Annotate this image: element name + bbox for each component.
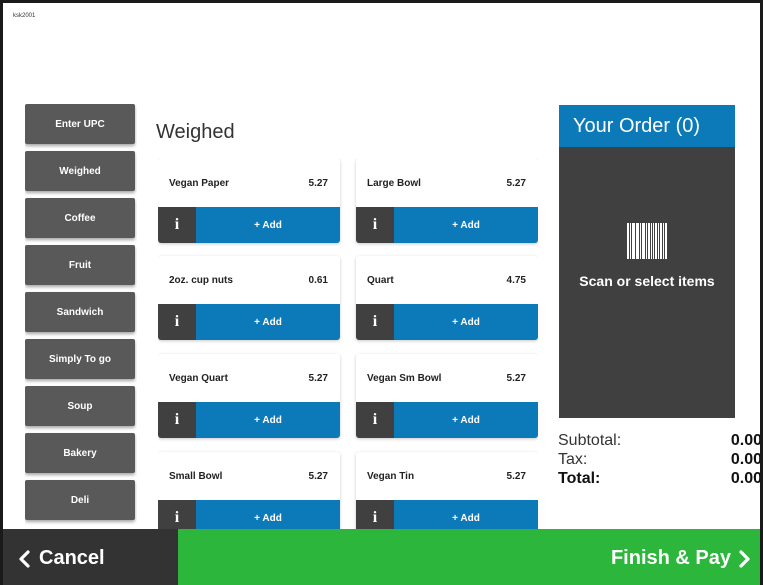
product-header: 2oz. cup nuts 0.61 (158, 256, 340, 304)
tax-value: 0.00 (730, 451, 762, 468)
tax-row: Tax: 0.00 (558, 450, 762, 469)
product-price: 5.27 (506, 372, 526, 384)
info-button[interactable]: i (158, 304, 196, 340)
product-card: Quart 4.75 i + Add (356, 256, 538, 340)
category-button-deli[interactable]: Deli (25, 480, 135, 520)
product-header: Vegan Tin 5.27 (356, 452, 538, 500)
product-card: Small Bowl 5.27 i + Add (158, 452, 340, 529)
subtotal-row: Subtotal: 0.00 (558, 431, 762, 450)
add-button[interactable]: + Add (196, 402, 340, 438)
product-name: Vegan Paper (169, 177, 230, 189)
total-value: 0.00 (730, 470, 762, 487)
scan-prompt: Scan or select items (579, 273, 715, 289)
product-name: Vegan Tin (367, 470, 415, 482)
product-price: 5.27 (308, 177, 328, 189)
subtotal-label: Subtotal: (558, 432, 622, 449)
cancel-label: Cancel (39, 547, 105, 569)
category-button-coffee[interactable]: Coffee (25, 198, 135, 238)
barcode-icon (627, 223, 668, 259)
add-button[interactable]: + Add (196, 207, 340, 243)
product-header: Quart 4.75 (356, 256, 538, 304)
product-price: 5.27 (308, 372, 328, 384)
info-button[interactable]: i (356, 402, 394, 438)
chevron-right-icon (738, 549, 752, 568)
product-card: Vegan Paper 5.27 i + Add (158, 159, 340, 243)
info-button[interactable]: i (356, 500, 394, 529)
product-grid: Vegan Paper 5.27 i + Add Large Bowl 5.27… (158, 159, 538, 529)
category-nav: Enter UPC Weighed Coffee Fruit Sandwich … (25, 104, 137, 529)
product-card: Vegan Tin 5.27 i + Add (356, 452, 538, 529)
category-button-sandwich[interactable]: Sandwich (25, 292, 135, 332)
info-button[interactable]: i (158, 500, 196, 529)
subtotal-value: 0.00 (730, 432, 762, 449)
footer-bar: Cancel Finish & Pay (3, 529, 760, 585)
category-button-simply-to-go[interactable]: Simply To go (25, 339, 135, 379)
category-button-soup[interactable]: Soup (25, 386, 135, 426)
product-name: Vegan Quart (169, 372, 228, 384)
product-name: Vegan Sm Bowl (367, 372, 442, 384)
product-name: Small Bowl (169, 470, 223, 482)
add-button[interactable]: + Add (196, 500, 340, 529)
product-price: 5.27 (308, 470, 328, 482)
product-card: 2oz. cup nuts 0.61 i + Add (158, 256, 340, 340)
order-empty-state: Scan or select items (559, 147, 735, 418)
add-button[interactable]: + Add (394, 402, 538, 438)
add-button[interactable]: + Add (394, 207, 538, 243)
section-title: Weighed (156, 121, 235, 143)
product-price: 4.75 (506, 274, 526, 286)
product-price: 0.61 (308, 274, 328, 286)
finish-and-pay-button[interactable]: Finish & Pay (178, 529, 760, 585)
category-button-enter-upc[interactable]: Enter UPC (25, 104, 135, 144)
category-button-fruit[interactable]: Fruit (25, 245, 135, 285)
product-price: 5.27 (506, 470, 526, 482)
kiosk-screen: ksk2001 Enter UPC Weighed Coffee Fruit S… (0, 0, 763, 585)
product-card: Large Bowl 5.27 i + Add (356, 159, 538, 243)
category-button-bakery[interactable]: Bakery (25, 433, 135, 473)
order-panel: Your Order (0) Scan or select items (559, 105, 735, 418)
product-name: 2oz. cup nuts (169, 274, 233, 286)
product-header: Large Bowl 5.27 (356, 159, 538, 207)
info-button[interactable]: i (356, 207, 394, 243)
add-button[interactable]: + Add (394, 500, 538, 529)
cancel-button[interactable]: Cancel (3, 529, 178, 585)
info-button[interactable]: i (158, 402, 196, 438)
kiosk-id-label: ksk2001 (13, 13, 36, 19)
finish-label: Finish & Pay (610, 547, 731, 569)
category-button-weighed[interactable]: Weighed (25, 151, 135, 191)
add-button[interactable]: + Add (196, 304, 340, 340)
chevron-left-icon (17, 549, 31, 568)
info-button[interactable]: i (158, 207, 196, 243)
add-button[interactable]: + Add (394, 304, 538, 340)
product-card: Vegan Sm Bowl 5.27 i + Add (356, 354, 538, 438)
product-header: Vegan Quart 5.27 (158, 354, 340, 402)
order-title: Your Order (0) (559, 105, 735, 147)
tax-label: Tax: (558, 451, 588, 468)
total-row: Total: 0.00 (558, 469, 762, 488)
order-totals: Subtotal: 0.00 Tax: 0.00 Total: 0.00 (558, 431, 762, 488)
product-name: Quart (367, 274, 394, 286)
total-label: Total: (558, 470, 601, 487)
info-button[interactable]: i (356, 304, 394, 340)
product-card: Vegan Quart 5.27 i + Add (158, 354, 340, 438)
product-price: 5.27 (506, 177, 526, 189)
product-header: Small Bowl 5.27 (158, 452, 340, 500)
product-header: Vegan Sm Bowl 5.27 (356, 354, 538, 402)
product-header: Vegan Paper 5.27 (158, 159, 340, 207)
product-name: Large Bowl (367, 177, 421, 189)
